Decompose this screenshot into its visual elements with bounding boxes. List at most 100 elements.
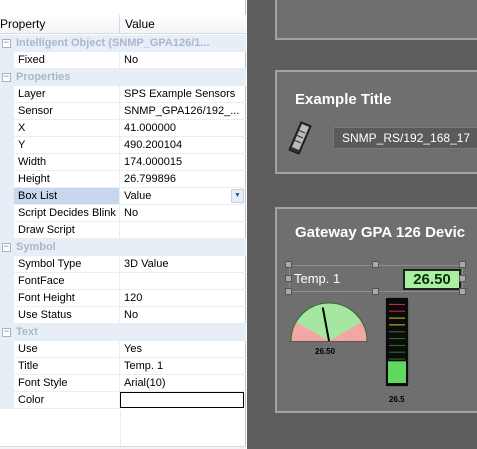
gateway-panel-title: Gateway GPA 126 Devic (295, 224, 466, 241)
design-canvas[interactable]: Example Title SNMP_RS/192_168_17 Gateway… (247, 0, 477, 449)
property-row[interactable]: Height 26.799896 (0, 171, 246, 188)
property-name[interactable]: Color (14, 392, 120, 409)
property-name[interactable]: Script Decides Blink (14, 205, 120, 222)
property-value[interactable]: No (120, 52, 246, 69)
row-gutter (0, 256, 14, 273)
property-value[interactable] (120, 273, 246, 290)
resize-handle-bottom-left[interactable] (285, 288, 292, 295)
property-name[interactable]: Box List (14, 188, 120, 205)
property-row[interactable]: Title Temp. 1 (0, 358, 246, 375)
resize-handle-top-left[interactable] (285, 261, 292, 268)
bar-meter-widget[interactable] (385, 297, 409, 387)
property-row[interactable]: Color (0, 392, 246, 409)
row-gutter (0, 358, 14, 375)
resize-handle-left[interactable] (285, 275, 292, 282)
resize-handle-top-right[interactable] (459, 261, 466, 268)
resize-handle-right[interactable] (459, 275, 466, 282)
property-name[interactable]: Symbol Type (14, 256, 120, 273)
property-name[interactable]: Layer (14, 86, 120, 103)
property-value[interactable]: Temp. 1 (120, 358, 246, 375)
property-value[interactable]: Yes (120, 341, 246, 358)
property-value[interactable]: No (120, 205, 246, 222)
column-splitter[interactable] (119, 15, 120, 33)
property-value-editor[interactable] (120, 392, 244, 408)
property-row[interactable]: Sensor SNMP_GPA126/192_... (0, 103, 246, 120)
row-gutter (0, 341, 14, 358)
property-name[interactable]: Title (14, 358, 120, 375)
category-label: Properties (16, 71, 71, 83)
property-value[interactable]: 490.200104 (120, 137, 246, 154)
property-row[interactable]: Font Height 120 (0, 290, 246, 307)
property-value[interactable]: Arial(10) (120, 375, 246, 392)
resize-handle-bottom[interactable] (372, 288, 379, 295)
category-row[interactable]: − Intelligent Object (SNMP_GPA126/1... (0, 35, 246, 52)
row-gutter (0, 392, 14, 409)
collapse-toggle-icon[interactable]: − (2, 243, 11, 252)
gauge-value-label: 26.50 (315, 347, 336, 356)
property-name[interactable]: X (14, 120, 120, 137)
property-name[interactable]: Use (14, 341, 120, 358)
dropdown-arrow-icon[interactable]: ▼ (231, 189, 244, 203)
property-column-header[interactable]: Property (0, 17, 45, 31)
property-value[interactable]: No (120, 307, 246, 324)
property-name[interactable]: Draw Script (14, 222, 120, 239)
row-gutter (0, 103, 14, 120)
property-row[interactable]: Script Decides Blink No (0, 205, 246, 222)
property-rows: − Intelligent Object (SNMP_GPA126/1... Fix… (0, 35, 246, 409)
property-row[interactable]: Use Yes (0, 341, 246, 358)
property-name[interactable]: Font Style (14, 375, 120, 392)
property-row[interactable]: Box List Value ▼ (0, 188, 246, 205)
property-name[interactable]: FontFace (14, 273, 120, 290)
rs-sensor-icon[interactable] (287, 120, 313, 156)
property-name[interactable]: Y (14, 137, 120, 154)
property-value[interactable]: 174.000015 (120, 154, 246, 171)
property-name[interactable]: Use Status (14, 307, 120, 324)
property-name[interactable]: Width (14, 154, 120, 171)
category-row[interactable]: − Symbol (0, 239, 246, 256)
property-row[interactable]: Fixed No (0, 52, 246, 69)
property-row[interactable]: FontFace (0, 273, 246, 290)
resize-handle-bottom-right[interactable] (459, 288, 466, 295)
row-gutter (0, 375, 14, 392)
property-name[interactable]: Height (14, 171, 120, 188)
property-row[interactable]: Draw Script (0, 222, 246, 239)
property-name[interactable]: Sensor (14, 103, 120, 120)
collapse-toggle-icon[interactable]: − (2, 73, 11, 82)
property-value[interactable]: 3D Value (120, 256, 246, 273)
value-box-label: Temp. 1 (294, 271, 341, 286)
property-value[interactable]: SNMP_GPA126/192_... (120, 103, 246, 120)
resize-handle-top[interactable] (372, 261, 379, 268)
property-row[interactable]: Symbol Type 3D Value (0, 256, 246, 273)
collapse-toggle-icon[interactable]: − (2, 328, 11, 337)
row-gutter (0, 52, 14, 69)
property-value[interactable]: SPS Example Sensors (120, 86, 246, 103)
top-panel[interactable] (275, 0, 477, 40)
column-divider (120, 410, 121, 446)
property-value[interactable]: 120 (120, 290, 246, 307)
row-gutter (0, 154, 14, 171)
property-grid-header: Property Value (0, 15, 246, 34)
category-row[interactable]: − Text (0, 324, 246, 341)
property-grid: Property Value − Intelligent Object (SNMP… (0, 0, 246, 449)
value-display-box[interactable]: Temp. 1 26.50 (285, 261, 466, 295)
property-name[interactable]: Fixed (14, 52, 120, 69)
property-name[interactable]: Font Height (14, 290, 120, 307)
value-column-header[interactable]: Value (125, 17, 155, 31)
property-row[interactable]: X 41.000000 (0, 120, 246, 137)
property-value[interactable]: Value (120, 188, 246, 205)
property-row[interactable]: Width 174.000015 (0, 154, 246, 171)
property-row[interactable]: Font Style Arial(10) (0, 375, 246, 392)
example-panel[interactable]: Example Title SNMP_RS/192_168_17 (275, 70, 477, 174)
property-row[interactable]: Layer SPS Example Sensors (0, 86, 246, 103)
category-row[interactable]: − Properties (0, 69, 246, 86)
gateway-panel[interactable]: Gateway GPA 126 Devic Temp. 1 26.50 26.5… (275, 207, 477, 413)
property-value[interactable] (120, 222, 246, 239)
gauge-widget[interactable] (289, 299, 369, 345)
collapse-toggle-icon[interactable]: − (2, 39, 11, 48)
row-gutter (0, 307, 14, 324)
property-row[interactable]: Y 490.200104 (0, 137, 246, 154)
property-value[interactable]: 41.000000 (120, 120, 246, 137)
property-row[interactable]: Use Status No (0, 307, 246, 324)
sensor-name-label[interactable]: SNMP_RS/192_168_17 (333, 127, 477, 149)
property-value[interactable]: 26.799896 (120, 171, 246, 188)
